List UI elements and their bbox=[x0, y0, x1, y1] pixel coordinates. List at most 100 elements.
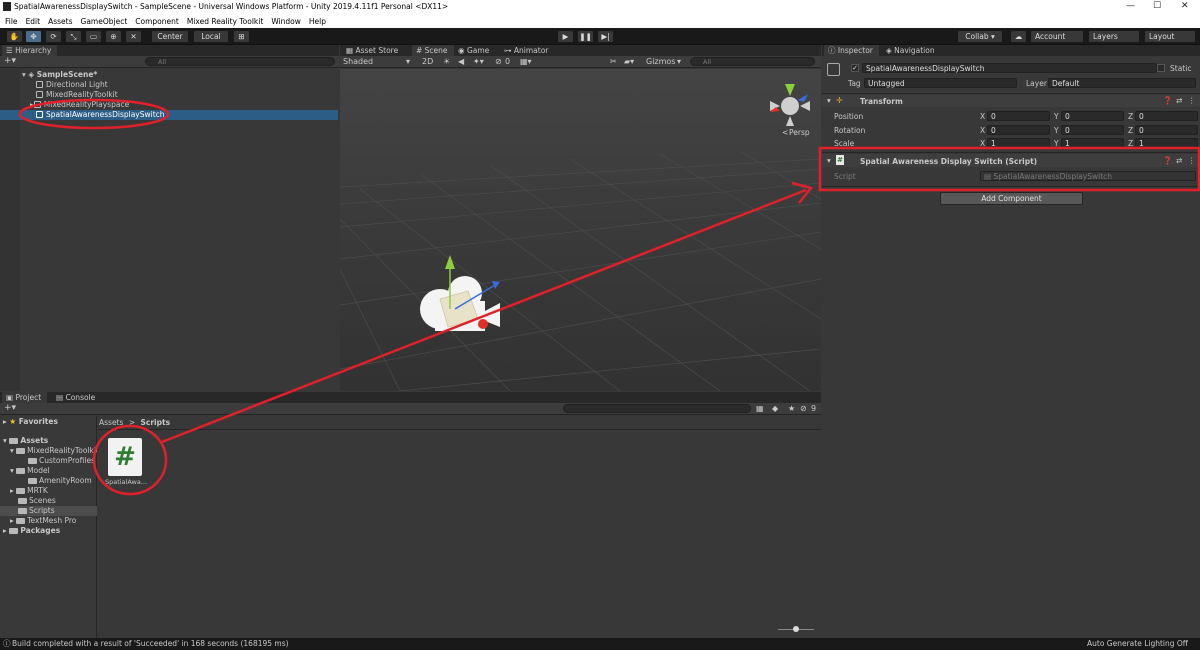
tab-scene[interactable]: # Scene bbox=[412, 45, 454, 56]
scene-search-input[interactable]: All bbox=[690, 57, 815, 66]
position-x-field[interactable]: 0 bbox=[987, 111, 1050, 121]
close-button[interactable]: ✕ bbox=[1181, 1, 1189, 11]
hierarchy-item[interactable]: MixedRealityToolkit bbox=[0, 90, 338, 100]
favorites-row[interactable]: ▸ ★ Favorites bbox=[0, 417, 97, 427]
scene-root-row[interactable]: ▾ ◈ SampleScene* bbox=[0, 70, 338, 80]
move-tool-icon[interactable]: ✥ bbox=[25, 30, 42, 43]
lighting-icon[interactable]: ☀ bbox=[443, 57, 450, 66]
maximize-button[interactable]: ☐ bbox=[1153, 1, 1161, 11]
effects-icon[interactable]: ✦▾ bbox=[473, 57, 484, 66]
custom-tool-icon[interactable]: ✕ bbox=[125, 30, 142, 43]
tree-item[interactable]: ▾ MixedRealityToolkit.Generated bbox=[0, 446, 97, 456]
tab-navigation[interactable]: ◈ Navigation bbox=[882, 45, 941, 56]
scale-y-field[interactable]: 1 bbox=[1061, 138, 1124, 148]
collab-button[interactable]: Collab ▾ bbox=[957, 30, 1003, 43]
layout-dropdown[interactable]: Layout bbox=[1144, 30, 1196, 43]
script-help-icon[interactable]: ❓ bbox=[1163, 156, 1172, 165]
breadcrumb-assets[interactable]: Assets bbox=[99, 418, 123, 427]
menu-mixed-reality-toolkit[interactable]: Mixed Reality Toolkit bbox=[187, 17, 263, 26]
menu-edit[interactable]: Edit bbox=[26, 17, 41, 26]
cloud-icon[interactable]: ☁ bbox=[1010, 30, 1027, 43]
tree-item[interactable]: CustomProfiles bbox=[0, 456, 97, 466]
tab-game[interactable]: ◉ Game bbox=[454, 45, 495, 56]
tab-asset-store[interactable]: ▦ Asset Store bbox=[342, 45, 404, 56]
scene-viewport[interactable]: < Persp bbox=[340, 69, 821, 391]
persp-text[interactable]: Persp bbox=[789, 128, 810, 137]
lighting-status[interactable]: Auto Generate Lighting Off bbox=[1087, 638, 1188, 650]
tab-inspector[interactable]: ⓘ Inspector bbox=[824, 45, 879, 56]
hidden-objects-icon[interactable]: ⊘ bbox=[495, 57, 502, 66]
step-button[interactable]: ▶| bbox=[597, 30, 614, 43]
tree-item[interactable]: ▸ Packages bbox=[0, 526, 97, 536]
play-button[interactable]: ▶ bbox=[557, 30, 574, 43]
account-dropdown[interactable]: Account bbox=[1030, 30, 1084, 43]
hierarchy-search-input[interactable]: All bbox=[145, 57, 335, 66]
menu-component[interactable]: Component bbox=[135, 17, 179, 26]
transform-tool-icon[interactable]: ⊕ bbox=[105, 30, 122, 43]
active-checkbox[interactable]: ✓ bbox=[851, 64, 859, 72]
scale-z-field[interactable]: 1 bbox=[1135, 138, 1198, 148]
2d-toggle[interactable]: 2D bbox=[422, 57, 433, 66]
rotation-x-field[interactable]: 0 bbox=[987, 125, 1050, 135]
favorite-star-icon[interactable]: ★ bbox=[788, 404, 795, 413]
menu-assets[interactable]: Assets bbox=[48, 17, 72, 26]
tree-item[interactable]: ▾ Model bbox=[0, 466, 97, 476]
gizmos-dropdown[interactable]: Gizmos bbox=[646, 57, 675, 66]
tab-animator[interactable]: ⊶ Animator bbox=[500, 45, 554, 56]
tree-item-selected[interactable]: Scripts bbox=[0, 506, 97, 516]
rotation-y-field[interactable]: 0 bbox=[1061, 125, 1124, 135]
tab-hierarchy[interactable]: ☰ Hierarchy bbox=[2, 45, 58, 56]
create-button[interactable]: +▾ bbox=[4, 56, 16, 66]
rect-tool-icon[interactable]: ▭ bbox=[85, 30, 102, 43]
audio-icon[interactable]: ◀ bbox=[458, 57, 464, 66]
tree-item[interactable]: ▸ TextMesh Pro bbox=[0, 516, 97, 526]
hand-tool-icon[interactable]: ✋ bbox=[6, 30, 23, 43]
tree-item[interactable]: AmenityRoom bbox=[0, 476, 97, 486]
tab-console[interactable]: ▤ Console bbox=[52, 392, 101, 403]
asset-label[interactable]: SpatialAwa... bbox=[100, 478, 152, 486]
menu-help[interactable]: Help bbox=[309, 17, 326, 26]
script-more-icon[interactable]: ⋮ bbox=[1188, 156, 1196, 165]
pause-button[interactable]: ❚❚ bbox=[577, 30, 594, 43]
rotation-z-field[interactable]: 0 bbox=[1135, 125, 1198, 135]
minimize-button[interactable]: — bbox=[1126, 1, 1135, 11]
menu-gameobject[interactable]: GameObject bbox=[81, 17, 128, 26]
position-z-field[interactable]: 0 bbox=[1135, 111, 1198, 121]
settings-icon[interactable]: ⇄ bbox=[1176, 96, 1182, 105]
icon-size-slider-thumb[interactable] bbox=[793, 626, 799, 632]
add-component-button[interactable]: Add Component bbox=[940, 192, 1083, 205]
camera-icon[interactable]: ▰▾ bbox=[624, 57, 634, 66]
project-create-button[interactable]: +▾ bbox=[4, 403, 16, 413]
filter-label-icon[interactable]: ◆ bbox=[772, 404, 778, 413]
scale-x-field[interactable]: 1 bbox=[987, 138, 1050, 148]
pivot-local-button[interactable]: Local bbox=[193, 30, 229, 43]
menu-file[interactable]: File bbox=[5, 17, 18, 26]
rotate-tool-icon[interactable]: ⟳ bbox=[45, 30, 62, 43]
layers-dropdown[interactable]: Layers bbox=[1088, 30, 1140, 43]
menu-window[interactable]: Window bbox=[271, 17, 301, 26]
snap-icon[interactable]: ⊞ bbox=[233, 30, 250, 43]
position-y-field[interactable]: 0 bbox=[1061, 111, 1124, 121]
foldout-icon[interactable]: ▾ bbox=[827, 96, 831, 105]
more-icon[interactable]: ⋮ bbox=[1188, 96, 1196, 105]
grid-icon[interactable]: ▦▾ bbox=[520, 57, 532, 66]
script-foldout-icon[interactable]: ▾ bbox=[827, 156, 831, 165]
help-icon[interactable]: ❓ bbox=[1163, 96, 1172, 105]
hierarchy-item[interactable]: Directional Light bbox=[0, 80, 338, 90]
object-name-field[interactable]: SpatialAwarenessDisplaySwitch bbox=[862, 63, 1157, 73]
tools-icon[interactable]: ✂ bbox=[610, 57, 617, 66]
hierarchy-item-selected[interactable]: SpatialAwarenessDisplaySwitch bbox=[0, 110, 338, 120]
persp-label[interactable]: < bbox=[782, 128, 788, 137]
status-message[interactable]: Build completed with a result of 'Succee… bbox=[12, 638, 289, 650]
hierarchy-item[interactable]: ▸ MixedRealityPlayspace bbox=[0, 100, 338, 110]
script-settings-icon[interactable]: ⇄ bbox=[1176, 156, 1182, 165]
csharp-script-icon[interactable]: # bbox=[108, 438, 142, 476]
tree-item[interactable]: ▸ MRTK bbox=[0, 486, 97, 496]
static-checkbox[interactable] bbox=[1157, 64, 1165, 72]
shading-mode-dropdown[interactable]: Shaded bbox=[343, 57, 373, 66]
filter-type-icon[interactable]: ▦ bbox=[756, 404, 764, 413]
layer-dropdown[interactable]: Default bbox=[1048, 78, 1196, 88]
pivot-center-button[interactable]: Center bbox=[151, 30, 189, 43]
project-search-input[interactable] bbox=[563, 404, 751, 413]
hidden-packages-icon[interactable]: ⊘ bbox=[800, 404, 807, 413]
